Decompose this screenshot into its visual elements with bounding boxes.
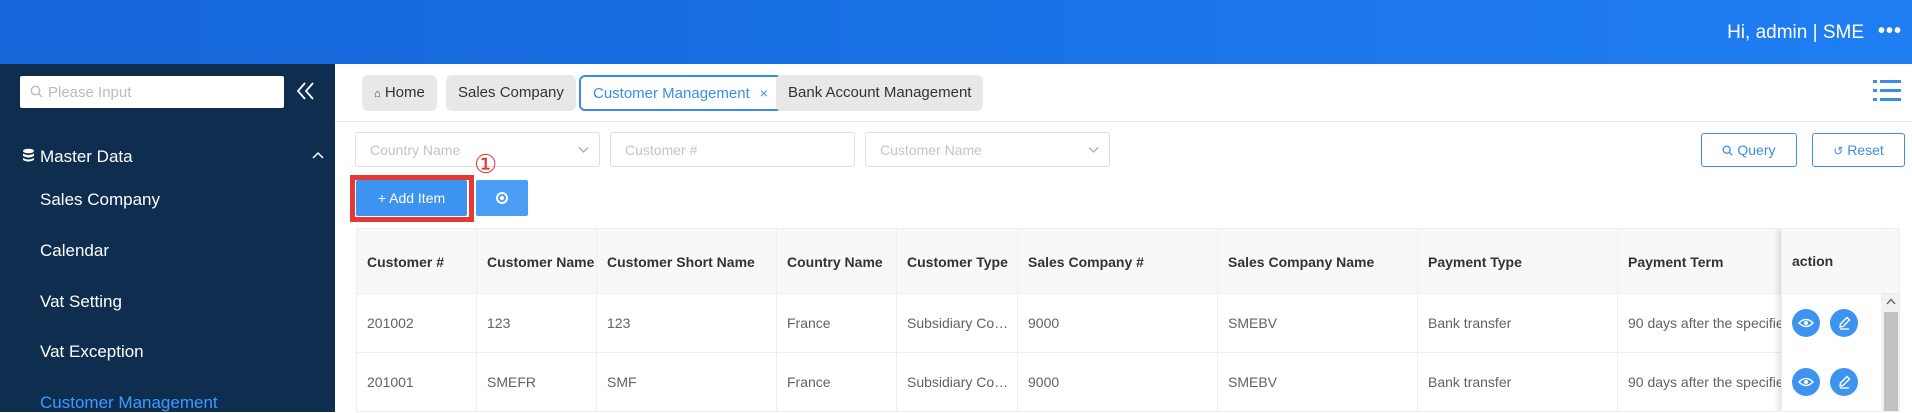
tab-label: Customer Management — [593, 85, 750, 102]
country-name-placeholder: Country Name — [370, 142, 461, 158]
cell-country-name: France — [777, 353, 897, 411]
sidebar-item-calendar[interactable]: Calendar — [40, 241, 109, 261]
column-header-payment-type[interactable]: Payment Type — [1418, 229, 1618, 294]
tab-bank-account-management[interactable]: Bank Account Management — [776, 75, 984, 111]
eye-icon — [1797, 377, 1815, 387]
table-row[interactable]: 201001 SMEFR SMF France Subsidiary Compa… — [357, 353, 1899, 411]
top-bar: Hi, admin | SME ••• — [0, 0, 1912, 64]
cell-customer-type: Subsidiary Company — [897, 294, 1018, 353]
edit-icon — [1839, 316, 1851, 330]
menu-group-label: Master Data — [40, 147, 133, 166]
column-header-customer-type[interactable]: Customer Type — [897, 229, 1018, 294]
list-menu-icon[interactable] — [1872, 76, 1902, 106]
annotation-highlight-box — [350, 175, 474, 222]
edit-button[interactable] — [1830, 309, 1858, 337]
query-label: Query — [1737, 142, 1776, 158]
cell-payment-type: Bank transfer — [1418, 353, 1618, 411]
sidebar-item-vat-exception[interactable]: Vat Exception — [40, 342, 144, 362]
tab-label: Home — [384, 84, 425, 101]
view-button[interactable] — [1792, 309, 1820, 337]
sidebar-search-input[interactable] — [48, 76, 278, 108]
chevron-down-icon — [578, 147, 589, 153]
collapse-sidebar-icon[interactable] — [295, 80, 317, 102]
cell-customer-no: 201001 — [357, 353, 477, 411]
sidebar-item-sales-company[interactable]: Sales Company — [40, 190, 160, 210]
view-button[interactable] — [1792, 368, 1820, 396]
cell-sales-company-name: SMEBV — [1218, 294, 1418, 353]
table-row[interactable]: 201002 123 123 France Subsidiary Company… — [357, 294, 1899, 353]
tab-sales-company[interactable]: Sales Company — [446, 75, 576, 111]
customer-table: Customer # Customer Name Customer Short … — [356, 228, 1900, 412]
table-header: Customer # Customer Name Customer Short … — [357, 229, 1899, 294]
eye-icon — [1797, 318, 1815, 328]
column-settings-button[interactable] — [476, 180, 528, 216]
home-icon: ⌂ — [374, 88, 381, 100]
tab-home[interactable]: ⌂ Home — [362, 75, 437, 111]
cell-sales-company-no: 9000 — [1018, 294, 1218, 353]
more-icon[interactable]: ••• — [1878, 20, 1902, 43]
cell-customer-type: Subsidiary Company — [897, 353, 1018, 411]
customer-number-input[interactable]: Customer # — [610, 132, 855, 167]
cell-customer-name: 123 — [477, 294, 597, 353]
search-icon — [30, 85, 43, 98]
user-info[interactable]: Hi, admin | SME — [1727, 22, 1864, 44]
cell-payment-type: Bank transfer — [1418, 294, 1618, 353]
cell-customer-name: SMEFR — [477, 353, 597, 411]
close-icon[interactable]: × — [760, 85, 768, 101]
table-scrollbar[interactable] — [1881, 294, 1899, 411]
sidebar-item-vat-setting[interactable]: Vat Setting — [40, 292, 122, 312]
cell-customer-short-name: SMF — [597, 353, 777, 411]
target-icon — [496, 192, 508, 204]
cell-sales-company-name: SMEBV — [1218, 353, 1418, 411]
chevron-up-icon[interactable] — [311, 150, 325, 160]
chevron-up-icon[interactable] — [1886, 298, 1896, 305]
sidebar: Master Data Sales Company Calendar Vat S… — [0, 64, 335, 412]
column-header-sales-company-name[interactable]: Sales Company Name — [1218, 229, 1418, 294]
search-icon — [1722, 145, 1734, 156]
column-header-sales-company-no[interactable]: Sales Company # — [1018, 229, 1218, 294]
sidebar-item-customer-management[interactable]: Customer Management — [40, 393, 218, 413]
customer-name-select[interactable]: Customer Name — [865, 132, 1110, 167]
chevron-down-icon — [1088, 147, 1099, 153]
cell-country-name: France — [777, 294, 897, 353]
reset-label: Reset — [1847, 142, 1884, 158]
column-header-action: action — [1782, 229, 1882, 294]
cell-customer-no: 201002 — [357, 294, 477, 353]
cell-customer-short-name: 123 — [597, 294, 777, 353]
divider — [335, 121, 1912, 122]
customer-name-placeholder: Customer Name — [880, 142, 982, 158]
column-header-customer-short-name[interactable]: Customer Short Name — [597, 229, 777, 294]
edit-icon — [1839, 375, 1851, 389]
query-button[interactable]: Query — [1701, 133, 1797, 167]
column-header-customer-no[interactable]: Customer # — [357, 229, 477, 294]
customer-number-placeholder: Customer # — [625, 142, 698, 158]
reset-icon: ↺ — [1833, 144, 1844, 158]
action-column: action — [1781, 229, 1882, 411]
edit-button[interactable] — [1830, 368, 1858, 396]
scrollbar-thumb[interactable] — [1884, 312, 1898, 411]
cell-sales-company-no: 9000 — [1018, 353, 1218, 411]
annotation-number: ① — [474, 149, 498, 179]
menu-group-master-data[interactable]: Master Data — [0, 136, 335, 176]
sidebar-search — [20, 76, 284, 108]
column-header-customer-name[interactable]: Customer Name — [477, 229, 597, 294]
reset-button[interactable]: ↺ Reset — [1812, 133, 1905, 167]
column-header-country-name[interactable]: Country Name — [777, 229, 897, 294]
tab-customer-management[interactable]: Customer Management × — [579, 75, 782, 111]
database-icon — [23, 148, 34, 162]
